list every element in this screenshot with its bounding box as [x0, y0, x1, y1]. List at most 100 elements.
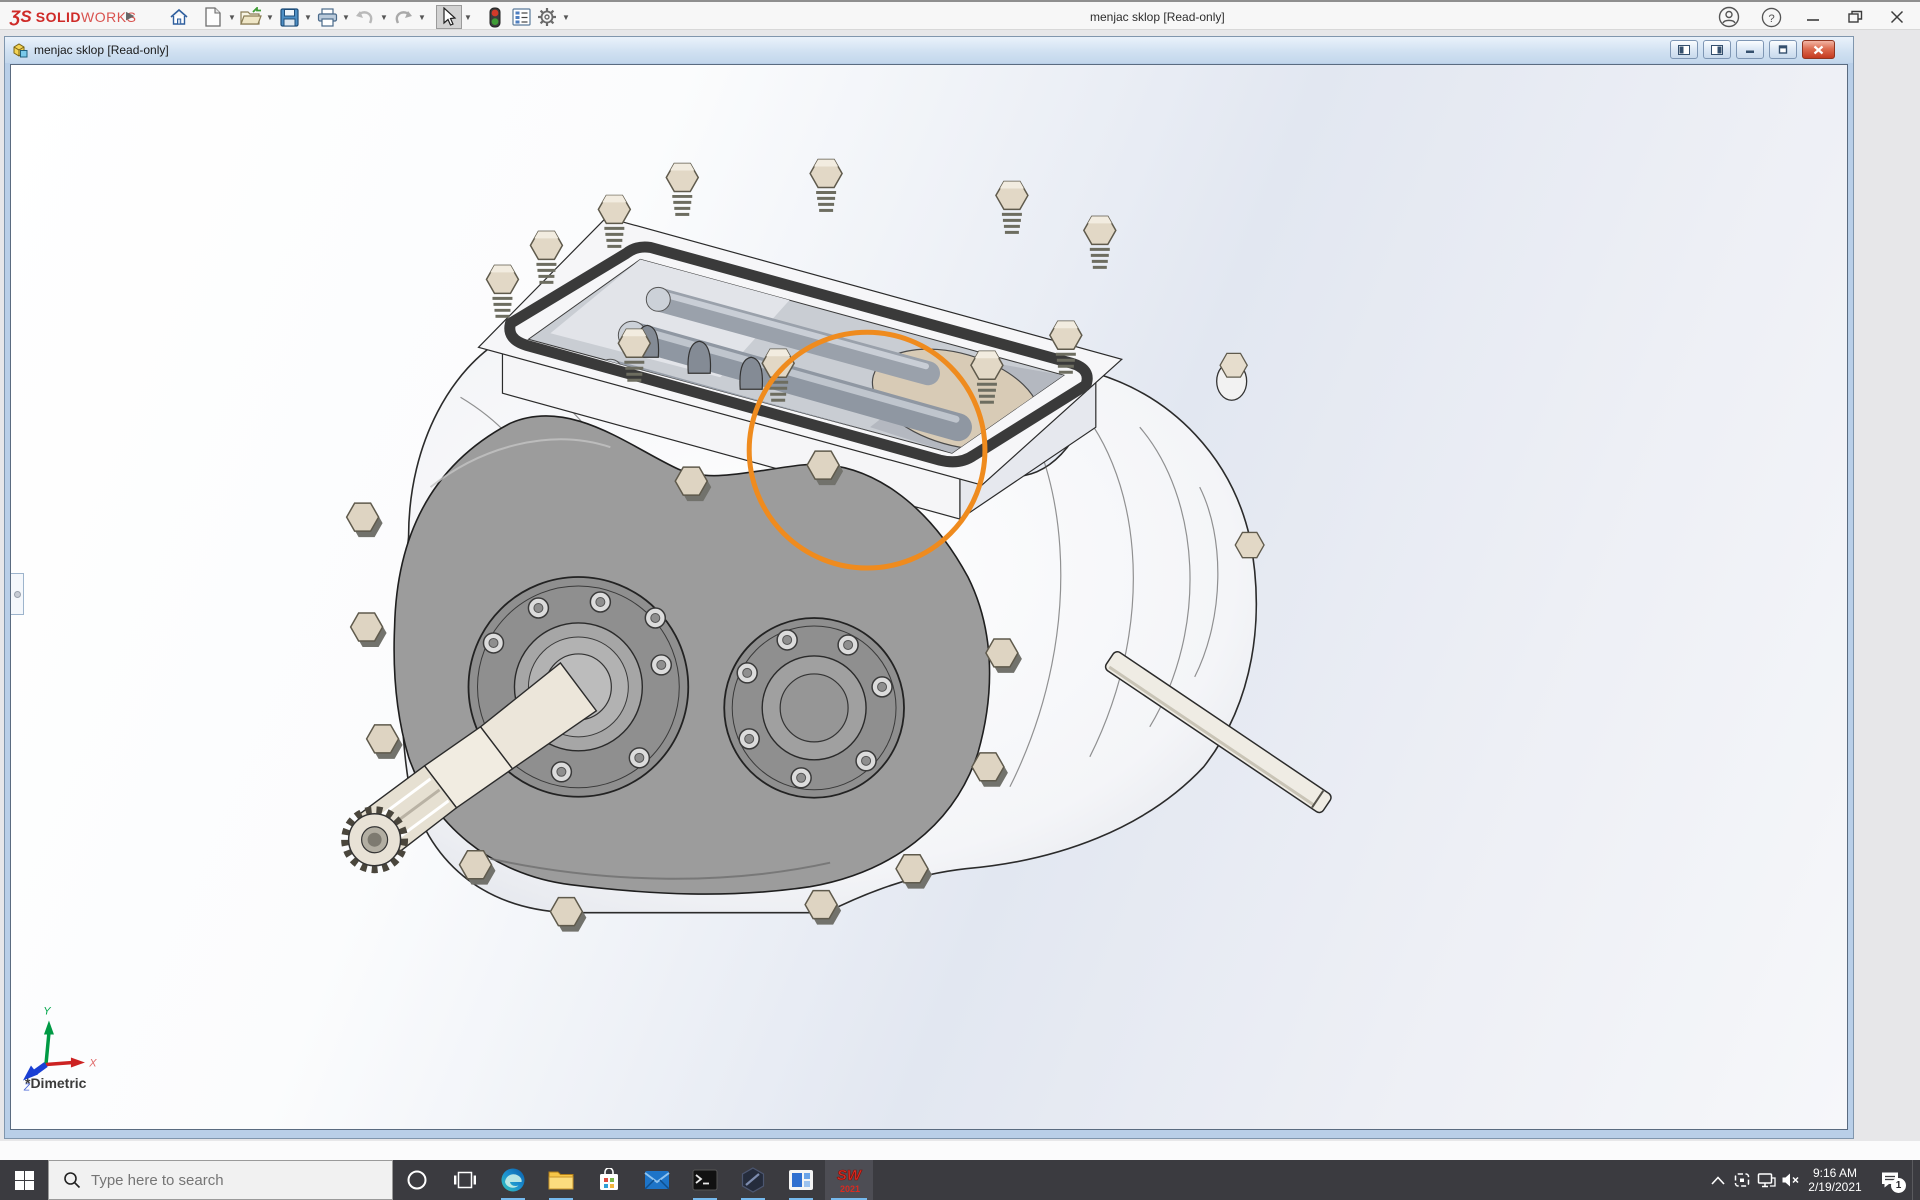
microsoft-store-icon [597, 1168, 621, 1192]
chevron-up-icon [1711, 1176, 1725, 1185]
system-tray: 9:16 AM 2/19/2021 1 [1706, 1160, 1920, 1200]
task-view-button[interactable] [441, 1160, 489, 1200]
home-button[interactable] [166, 5, 192, 29]
solidworks-2021-icon: SW 2021 [833, 1165, 865, 1195]
new-document-dropdown[interactable]: ▼ [226, 5, 238, 29]
panel-collapse-handle[interactable] [11, 573, 24, 615]
select-dropdown[interactable]: ▼ [462, 5, 474, 29]
redo-button[interactable] [390, 5, 416, 29]
taskbar-app-terminal[interactable] [681, 1160, 729, 1200]
windows-taskbar: SW 2021 [0, 1160, 1920, 1200]
print-dropdown[interactable]: ▼ [340, 5, 352, 29]
document-window-buttons [1670, 40, 1835, 59]
taskbar-search[interactable] [48, 1160, 393, 1200]
taskbar-app-solidworks[interactable]: SW 2021 [825, 1160, 873, 1200]
action-center-button[interactable]: 1 [1868, 1160, 1912, 1200]
3ds-logo-glyph: ƷS [10, 7, 32, 27]
gearbox-3d-model: Y X Z [11, 65, 1847, 1129]
taskbar-app-tiles[interactable] [777, 1160, 825, 1200]
document-title: menjac sklop [Read-only] [34, 43, 169, 57]
save-button[interactable] [276, 5, 302, 29]
open-dropdown[interactable]: ▼ [264, 5, 276, 29]
file-properties-button[interactable] [508, 5, 534, 29]
options-gear-icon [537, 7, 557, 27]
taskbar-app-store[interactable] [585, 1160, 633, 1200]
open-icon [240, 7, 262, 27]
doc-minimize-button[interactable] [1736, 40, 1764, 59]
graphics-viewport[interactable]: Y X Z *Dimetric [10, 64, 1848, 1130]
taskbar-clock[interactable]: 9:16 AM 2/19/2021 [1802, 1166, 1868, 1194]
doc-restore-icon [1778, 45, 1788, 54]
search-icon [63, 1171, 81, 1189]
cortana-button[interactable] [393, 1160, 441, 1200]
close-icon [1890, 10, 1904, 24]
solidworks-main-window: ƷS SOLID WORKS ▶ ▼ [0, 0, 1920, 1200]
tray-chevron-button[interactable] [1706, 1160, 1730, 1200]
menu-expand-arrow[interactable]: ▶ [126, 9, 134, 22]
doc-restore-button[interactable] [1769, 40, 1797, 59]
app-titlebar: ƷS SOLID WORKS ▶ ▼ [0, 0, 1920, 30]
pane-right-icon [1711, 45, 1723, 55]
account-icon [1718, 6, 1740, 28]
file-explorer-icon [548, 1169, 574, 1191]
undo-dropdown[interactable]: ▼ [378, 5, 390, 29]
home-icon [169, 7, 189, 27]
microsoft-edge-icon [500, 1167, 526, 1193]
tray-volume-button[interactable] [1778, 1160, 1802, 1200]
show-desktop-button[interactable] [1912, 1160, 1920, 1200]
print-icon [317, 8, 338, 27]
app-title: menjac sklop [Read-only] [1090, 10, 1225, 24]
windows-start-icon [15, 1171, 34, 1190]
taskbar-app-hexagon[interactable] [729, 1160, 777, 1200]
redo-dropdown[interactable]: ▼ [416, 5, 428, 29]
options-dropdown[interactable]: ▼ [560, 5, 572, 29]
tiles-app-icon [788, 1169, 814, 1191]
help-icon: ? [1761, 7, 1782, 28]
help-button[interactable]: ? [1758, 6, 1784, 28]
task-view-icon [454, 1171, 476, 1189]
start-button[interactable] [0, 1160, 48, 1200]
undo-button[interactable] [352, 5, 378, 29]
account-button[interactable] [1716, 6, 1742, 28]
open-button[interactable] [238, 5, 264, 29]
minimize-button[interactable] [1800, 6, 1826, 28]
taskbar-app-mail[interactable] [633, 1160, 681, 1200]
sw-icon-text: SW [837, 1167, 863, 1184]
tray-device-button[interactable] [1730, 1160, 1754, 1200]
doc-close-button[interactable] [1802, 40, 1835, 59]
taskbar-app-file-explorer[interactable] [537, 1160, 585, 1200]
volume-muted-icon [1781, 1172, 1800, 1188]
new-document-icon [204, 7, 222, 27]
print-button[interactable] [314, 5, 340, 29]
clock-time: 9:16 AM [1802, 1166, 1868, 1180]
maximize-button[interactable] [1842, 6, 1868, 28]
hexagon-app-icon [740, 1167, 766, 1193]
save-dropdown[interactable]: ▼ [302, 5, 314, 29]
redo-icon [393, 8, 413, 26]
pane-right-button[interactable] [1703, 40, 1731, 59]
tray-network-button[interactable] [1754, 1160, 1778, 1200]
mail-icon [644, 1170, 670, 1190]
select-button[interactable] [436, 5, 462, 29]
rebuild-button[interactable] [482, 5, 508, 29]
save-icon [280, 8, 299, 27]
minimize-icon [1806, 10, 1820, 24]
new-document-button[interactable] [200, 5, 226, 29]
right-bearing-cover [724, 618, 904, 798]
rebuild-traffic-light-icon [489, 7, 501, 28]
close-button[interactable] [1884, 6, 1910, 28]
doc-minimize-icon [1745, 45, 1755, 54]
svg-text:?: ? [1768, 12, 1774, 24]
triad-y-label: Y [43, 1006, 51, 1018]
options-button[interactable] [534, 5, 560, 29]
device-icon [1733, 1171, 1751, 1189]
document-titlebar[interactable]: menjac sklop [Read-only] [5, 37, 1853, 63]
notification-badge: 1 [1891, 1178, 1906, 1193]
solidworks-logo: ƷS SOLID WORKS [10, 7, 136, 27]
command-prompt-icon [692, 1169, 718, 1191]
search-input[interactable] [91, 1172, 341, 1189]
triad-x-label: X [88, 1057, 97, 1069]
document-window: menjac sklop [Read-only] [4, 36, 1854, 1139]
pane-left-button[interactable] [1670, 40, 1698, 59]
taskbar-app-edge[interactable] [489, 1160, 537, 1200]
